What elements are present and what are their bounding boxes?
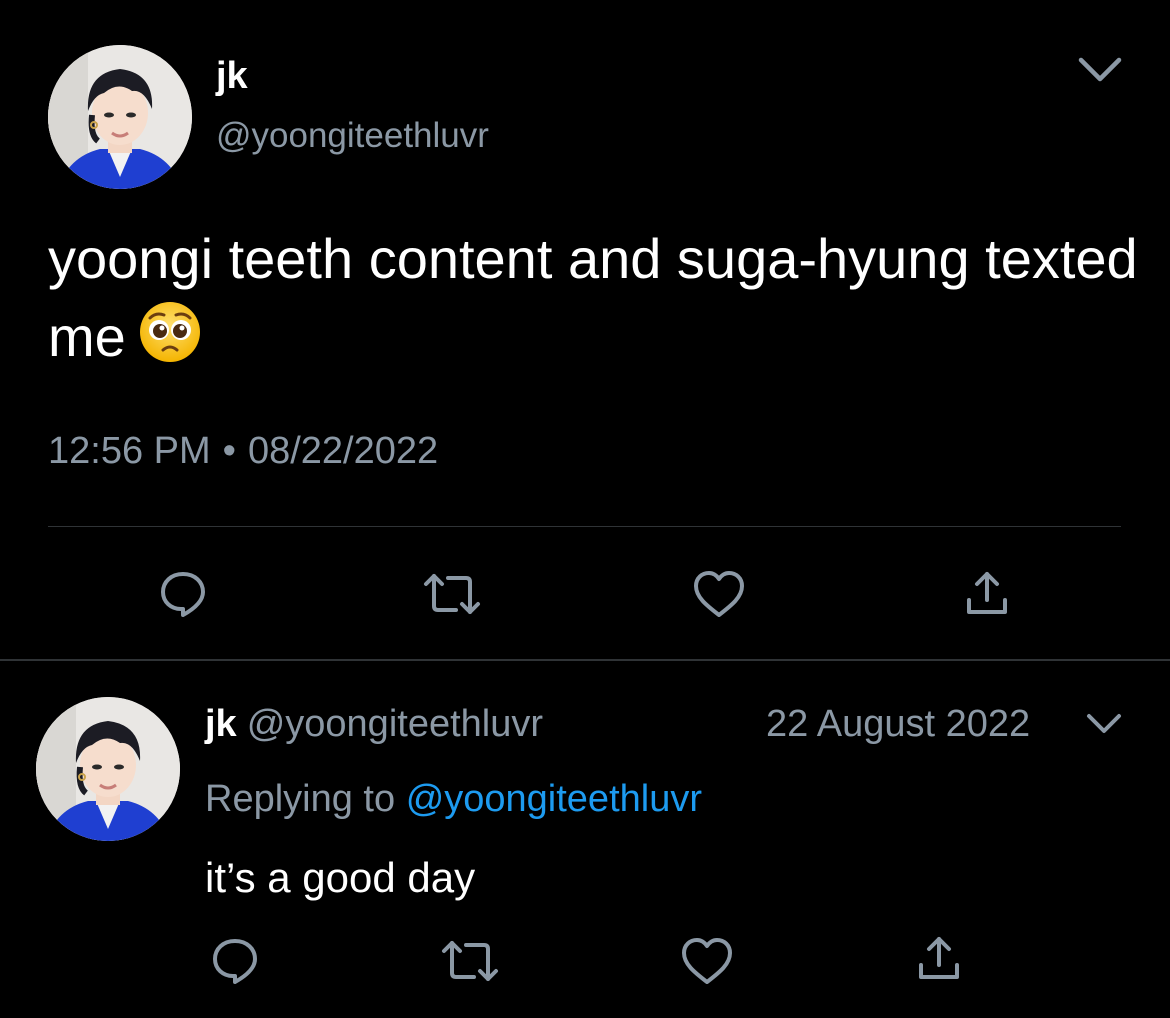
avatar[interactable] — [48, 45, 192, 189]
meta-separator: • — [222, 430, 236, 472]
tweet-timestamp[interactable]: 12:56 PM • 08/22/2022 — [48, 426, 438, 476]
like-icon[interactable] — [692, 569, 746, 619]
author-handle[interactable]: @yoongiteethluvr — [216, 114, 489, 158]
reply-date[interactable]: 22 August 2022 — [766, 700, 1030, 748]
reply-author[interactable]: jk @yoongiteethluvr — [205, 700, 543, 748]
tweet-text: yoongi teeth content and suga-hyung text… — [48, 220, 1138, 376]
tweet-time: 12:56 PM — [48, 430, 211, 472]
reply-avatar[interactable] — [36, 697, 180, 841]
tweet-text-content: yoongi teeth content and suga-hyung text… — [48, 227, 1138, 368]
retweet-icon[interactable] — [422, 570, 482, 618]
tweet-date: 08/22/2022 — [247, 430, 439, 472]
replying-to-link[interactable]: @yoongiteethluvr — [406, 778, 702, 820]
reply-reply-icon[interactable] — [210, 935, 260, 985]
reply-like-icon[interactable] — [680, 936, 734, 986]
replying-prefix: Replying to — [205, 778, 396, 820]
reply-author-name[interactable]: jk — [205, 703, 237, 745]
reply-share-icon[interactable] — [915, 935, 963, 983]
reply-chevron-down-icon[interactable] — [1084, 710, 1124, 738]
reply-author-handle[interactable]: @yoongiteethluvr — [247, 703, 543, 745]
reply-icon[interactable] — [158, 568, 208, 618]
tweet-separator — [0, 659, 1170, 661]
reply-text: it’s a good day — [205, 854, 476, 901]
share-icon[interactable] — [963, 570, 1011, 618]
chevron-down-icon[interactable] — [1075, 52, 1125, 88]
author-name[interactable]: jk — [216, 52, 248, 100]
reply-retweet-icon[interactable] — [440, 937, 500, 985]
pleading-face-icon — [138, 300, 202, 364]
replying-to: Replying to @yoongiteethluvr — [205, 775, 702, 823]
divider — [48, 526, 1121, 527]
